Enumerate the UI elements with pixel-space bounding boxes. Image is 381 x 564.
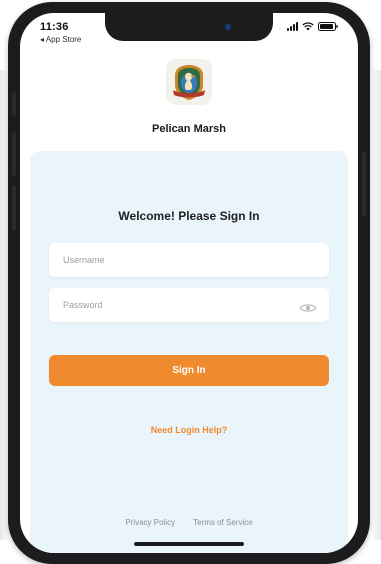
camera-icon bbox=[225, 24, 231, 30]
stage: 11:36 ◂ App Store Pelican Marsh Welcome!… bbox=[0, 0, 381, 564]
wifi-icon bbox=[302, 22, 314, 31]
sign-in-button[interactable]: Sign In bbox=[49, 355, 329, 386]
phone-screen: 11:36 ◂ App Store Pelican Marsh Welcome!… bbox=[20, 13, 358, 553]
password-input[interactable] bbox=[61, 299, 299, 311]
signal-icon bbox=[287, 22, 298, 31]
welcome-heading: Welcome! Please Sign In bbox=[118, 209, 260, 223]
volume-down-button bbox=[12, 186, 16, 230]
notch bbox=[105, 13, 273, 41]
battery-icon bbox=[318, 22, 338, 31]
login-help-link[interactable]: Need Login Help? bbox=[20, 425, 358, 435]
terms-of-service-link[interactable]: Terms of Service bbox=[193, 518, 253, 527]
pelican-crest-logo bbox=[166, 59, 212, 105]
footer-links: Privacy Policy Terms of Service bbox=[20, 518, 358, 527]
password-field[interactable] bbox=[49, 288, 329, 322]
background-shadow-right bbox=[371, 70, 381, 540]
mute-switch bbox=[12, 92, 16, 116]
volume-up-button bbox=[12, 132, 16, 176]
home-indicator bbox=[134, 542, 244, 546]
privacy-policy-link[interactable]: Privacy Policy bbox=[125, 518, 175, 527]
status-icons bbox=[287, 22, 338, 31]
username-input[interactable] bbox=[61, 254, 317, 266]
eye-icon[interactable] bbox=[299, 300, 317, 312]
back-to-app-store-link[interactable]: ◂ App Store bbox=[40, 35, 81, 44]
username-field[interactable] bbox=[49, 243, 329, 277]
brand-name: Pelican Marsh bbox=[152, 123, 226, 135]
phone-frame: 11:36 ◂ App Store Pelican Marsh Welcome!… bbox=[8, 2, 370, 564]
power-button bbox=[362, 152, 366, 216]
status-time: 11:36 bbox=[40, 21, 69, 33]
